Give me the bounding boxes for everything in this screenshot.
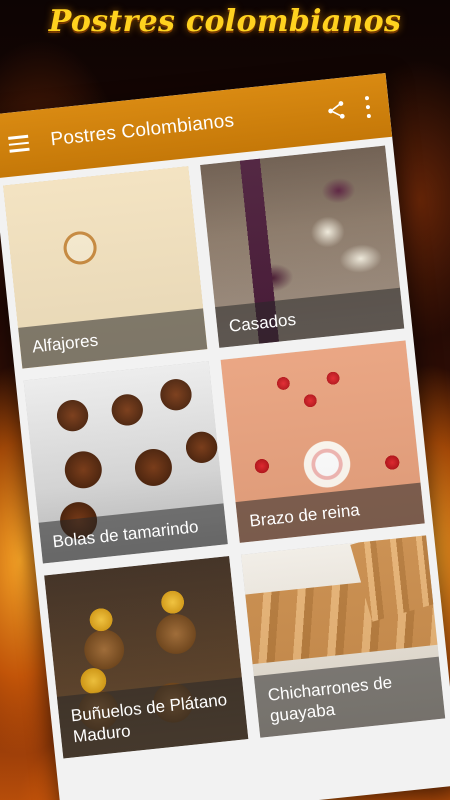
promo-screen: Postres colombianos Postres Colombianos — [0, 0, 450, 800]
dessert-tile-chicharrones-de-guayaba[interactable]: Chicharrones de guayaba — [241, 535, 446, 738]
dessert-tile-casados[interactable]: Casados — [200, 145, 405, 348]
share-icon[interactable] — [324, 98, 348, 122]
dessert-tile-brazo-de-reina[interactable]: Brazo de reina — [220, 340, 425, 543]
promo-headline: Postres colombianos — [48, 4, 402, 39]
dessert-tile-alfajores[interactable]: Alfajores — [3, 166, 208, 369]
app-title: Postres Colombianos — [49, 110, 236, 151]
dessert-tile-bolas-de-tamarindo[interactable]: Bolas de tamarindo — [23, 361, 228, 564]
hamburger-menu-icon[interactable] — [8, 134, 30, 153]
dessert-tile-bunuelos-de-platano-maduro[interactable]: Buñuelos de Plátano Maduro — [44, 556, 249, 759]
more-vertical-icon[interactable] — [364, 95, 372, 119]
phone-mockup: Postres Colombianos Alfajores Casados Bo… — [0, 73, 450, 800]
dessert-grid: Alfajores Casados Bolas de tamarindo Bra… — [3, 145, 446, 759]
